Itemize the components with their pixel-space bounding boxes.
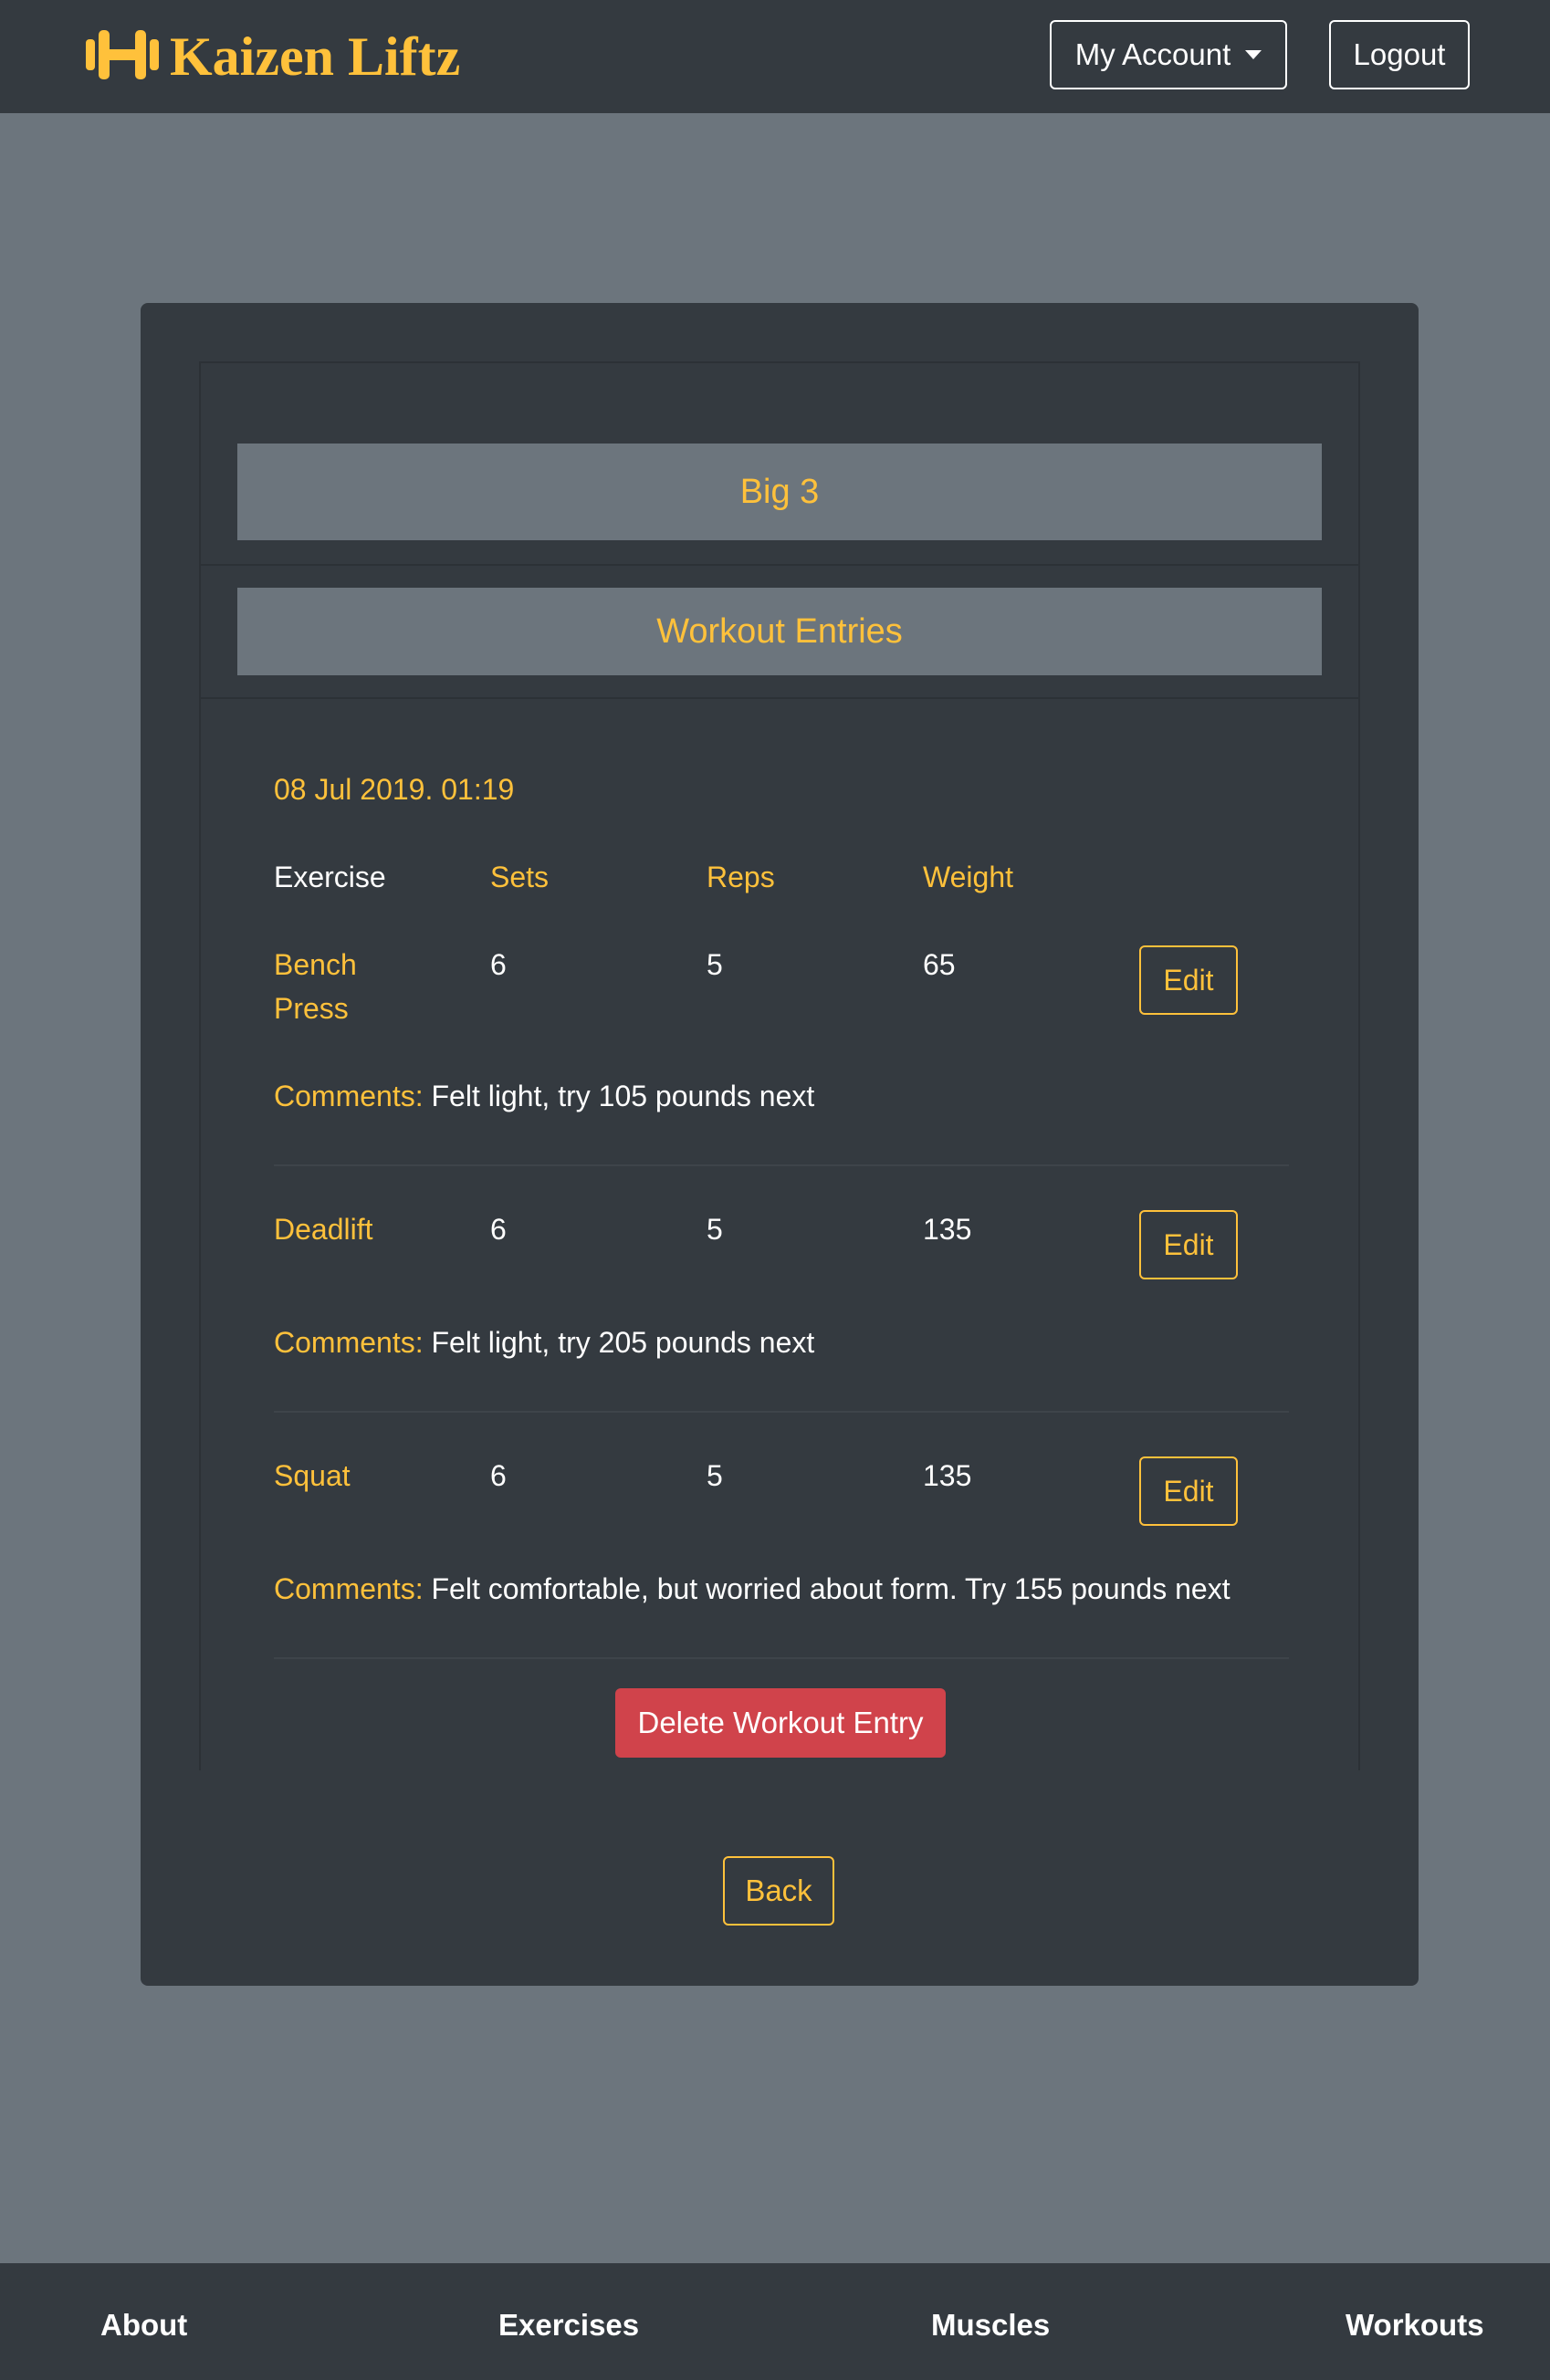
workout-panel: Big 3 Workout Entries 08 Jul 2019. 01:19… <box>141 303 1419 1986</box>
comments-row: Comments: Felt light, try 205 pounds nex… <box>274 1320 814 1364</box>
exercise-link-deadlift[interactable]: Deadlift <box>274 1207 373 1251</box>
workout-title: Big 3 <box>237 444 1322 540</box>
delete-workout-entry-button[interactable]: Delete Workout Entry <box>615 1688 946 1758</box>
comments-row: Comments: Felt comfortable, but worried … <box>274 1567 1231 1611</box>
my-account-dropdown[interactable]: My Account <box>1050 20 1287 89</box>
comments-text: Felt light, try 205 pounds next <box>431 1326 815 1359</box>
column-header-weight: Weight <box>923 861 1014 893</box>
column-header-sets: Sets <box>490 861 550 893</box>
column-header-reps: Reps <box>707 861 775 893</box>
reps-value: 5 <box>707 1213 723 1246</box>
workout-card: Big 3 Workout Entries 08 Jul 2019. 01:19… <box>199 361 1360 1770</box>
brand-link[interactable]: Kaizen Liftz <box>84 20 460 93</box>
footer-link-workouts[interactable]: Workouts <box>1346 2303 1484 2347</box>
my-account-label: My Account <box>1074 37 1231 71</box>
footer-link-exercises[interactable]: Exercises <box>498 2303 639 2347</box>
exercise-link-squat[interactable]: Squat <box>274 1454 351 1498</box>
comments-text: Felt light, try 105 pounds next <box>431 1080 815 1112</box>
column-header-exercise: Exercise <box>274 861 386 893</box>
divider <box>201 564 1358 566</box>
row-divider <box>274 1164 1289 1166</box>
dumbbell-icon <box>84 26 161 88</box>
logout-button[interactable]: Logout <box>1329 20 1470 89</box>
footer: About Exercises Muscles Workouts <box>0 2263 1550 2380</box>
weight-value: 135 <box>923 1213 972 1246</box>
weight-value: 65 <box>923 948 956 981</box>
entry-date: 08 Jul 2019. 01:19 <box>274 773 515 806</box>
reps-value: 5 <box>707 1459 723 1492</box>
divider <box>201 697 1358 699</box>
exercise-name-line: Press <box>274 992 349 1025</box>
comments-label: Comments: <box>274 1326 424 1359</box>
comments-row: Comments: Felt light, try 105 pounds nex… <box>274 1074 814 1118</box>
sets-value: 6 <box>490 1459 507 1492</box>
reps-value: 5 <box>707 948 723 981</box>
back-button[interactable]: Back <box>723 1856 834 1926</box>
comments-label: Comments: <box>274 1572 424 1605</box>
sets-value: 6 <box>490 948 507 981</box>
edit-button[interactable]: Edit <box>1139 1456 1238 1526</box>
edit-button[interactable]: Edit <box>1139 1210 1238 1279</box>
edit-button[interactable]: Edit <box>1139 945 1238 1015</box>
row-divider <box>274 1657 1289 1659</box>
footer-link-about[interactable]: About <box>100 2303 187 2347</box>
sets-value: 6 <box>490 1213 507 1246</box>
comments-label: Comments: <box>274 1080 424 1112</box>
exercise-link-bench-press[interactable]: Bench Press <box>274 943 357 1030</box>
navbar: Kaizen Liftz My Account Logout <box>0 0 1550 113</box>
caret-down-icon <box>1245 50 1262 59</box>
brand-name: Kaizen Liftz <box>170 26 461 87</box>
footer-link-muscles[interactable]: Muscles <box>931 2303 1050 2347</box>
weight-value: 135 <box>923 1459 972 1492</box>
entries-heading: Workout Entries <box>237 588 1322 675</box>
row-divider <box>274 1411 1289 1413</box>
exercise-name-line: Bench <box>274 948 357 981</box>
comments-text: Felt comfortable, but worried about form… <box>431 1572 1231 1605</box>
